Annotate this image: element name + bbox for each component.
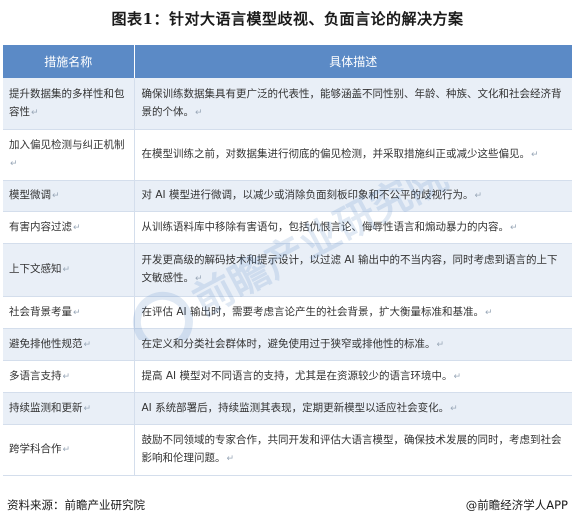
table-header-row: 措施名称 具体描述 [3, 45, 572, 78]
measure-name: 社会背景考量 [9, 305, 72, 318]
table-row: 持续监测和更新↵ AI 系统部署后，持续监测其表现，定期更新模型以适应社会变化。… [3, 392, 572, 425]
measure-name: 提升数据集的多样性和包容性 [9, 87, 125, 118]
paragraph-mark-icon: ↵ [62, 265, 71, 275]
paragraph-mark-icon: ↵ [195, 107, 203, 118]
paragraph-mark-icon: ↵ [453, 371, 462, 382]
paragraph-mark-icon: ↵ [226, 454, 235, 464]
measure-description: 鼓励不同领域的专家合作，共同开发和评估大语言模型，确保技术发展的同时，考虑到社会… [141, 434, 562, 464]
measure-name-cell: 社会背景考量↵ [3, 296, 135, 329]
paragraph-mark-icon: ↵ [31, 107, 39, 118]
measure-description-cell: 从训练语料库中移除有害语句，包括仇恨言论、侮辱性语言和煽动暴力的内容。↵ [134, 211, 572, 244]
paragraph-mark-icon: ↵ [83, 403, 92, 414]
measure-name-cell: 避免排他性规范↵ [3, 328, 135, 361]
measure-description-cell: 在评估 AI 输出时，需要考虑言论产生的社会背景，扩大衡量标准和基准。↵ [134, 296, 572, 329]
table-row: 有害内容过滤↵ 从训练语料库中移除有害语句，包括仇恨言论、侮辱性语言和煽动暴力的… [3, 211, 572, 244]
measure-description-cell: 在定义和分类社会群体时，避免使用过于狭窄或排他性的标准。↵ [134, 328, 572, 361]
paragraph-mark-icon: ↵ [62, 445, 71, 455]
measure-name-cell: 多语言支持↵ [3, 360, 135, 393]
paragraph-mark-icon: ↵ [484, 307, 493, 318]
measure-description: 对 AI 模型进行微调，以减少或消除负面刻板印象和不公平的歧视行为。 [141, 189, 474, 201]
paragraph-mark-icon: ↵ [450, 403, 458, 414]
measure-name-cell: 有害内容过滤↵ [3, 211, 135, 244]
table-row: 多语言支持↵ 提高 AI 模型对不同语言的支持，尤其是在资源较少的语言环境中。↵ [3, 360, 572, 393]
measure-description-cell: 在模型训练之前，对数据集进行彻底的偏见检测，并采取措施纠正或减少这些偏见。↵ [134, 129, 572, 181]
measure-description-cell: 开发更高级的解码技术和提示设计，以过滤 AI 输出中的不当内容，同时考虑到语言的… [134, 243, 572, 297]
measure-description-cell: 对 AI 模型进行微调，以减少或消除负面刻板印象和不公平的歧视行为。↵ [134, 180, 572, 212]
measure-name-cell: 提升数据集的多样性和包容性↵ [3, 78, 135, 130]
measure-description: 从训练语料库中移除有害语句，包括仇恨言论、侮辱性语言和煽动暴力的内容。 [141, 220, 510, 233]
measure-name-cell: 上下文感知↵ [3, 243, 135, 297]
measure-name: 跨学科合作 [9, 443, 62, 455]
paragraph-mark-icon: ↵ [436, 339, 445, 350]
measure-name: 持续监测和更新 [9, 401, 83, 414]
figure-title: 图表1：针对大语言模型歧视、负面言论的解决方案 [111, 10, 464, 28]
source-note: 资料来源：前瞻产业研究院 [7, 498, 145, 512]
paragraph-mark-icon: ↵ [474, 191, 483, 201]
paragraph-mark-icon: ↵ [52, 191, 60, 201]
measure-name: 模型微调 [9, 189, 51, 201]
measure-description: 在定义和分类社会群体时，避免使用过于狭窄或排他性的标准。 [141, 337, 436, 350]
measure-description: 提高 AI 模型对不同语言的支持，尤其是在资源较少的语言环境中。 [141, 369, 453, 382]
measure-description-cell: 确保训练数据集具有更广泛的代表性，能够涵盖不同性别、年龄、种族、文化和社会经济背… [134, 78, 572, 130]
measure-name-cell: 持续监测和更新↵ [3, 392, 135, 425]
measure-name-cell: 加入偏见检测与纠正机制 ↵ [3, 129, 135, 181]
measure-description: 在模型训练之前，对数据集进行彻底的偏见检测，并采取措施纠正或减少这些偏见。 [141, 148, 531, 160]
measure-name: 加入偏见检测与纠正机制 [9, 139, 125, 151]
table-row: 上下文感知↵ 开发更高级的解码技术和提示设计，以过滤 AI 输出中的不当内容，同… [3, 243, 572, 297]
measure-name-cell: 跨学科合作↵ [3, 424, 135, 476]
paragraph-mark-icon: ↵ [195, 274, 203, 284]
table-row: 提升数据集的多样性和包容性↵ 确保训练数据集具有更广泛的代表性，能够涵盖不同性别… [3, 78, 572, 130]
measure-name-cell: 模型微调↵ [3, 180, 135, 212]
table-row: 社会背景考量↵ 在评估 AI 输出时，需要考虑言论产生的社会背景，扩大衡量标准和… [3, 296, 572, 329]
measure-description-cell: AI 系统部署后，持续监测其表现，定期更新模型以适应社会变化。↵ [134, 392, 572, 425]
measure-description: 开发更高级的解码技术和提示设计，以过滤 AI 输出中的不当内容，同时考虑到语言的… [141, 254, 558, 284]
measure-name: 有害内容过滤 [9, 220, 72, 233]
paragraph-mark-icon: ↵ [83, 339, 92, 350]
paragraph-mark-icon: ↵ [62, 371, 71, 382]
measure-description-cell: 鼓励不同领域的专家合作，共同开发和评估大语言模型，确保技术发展的同时，考虑到社会… [134, 424, 572, 476]
paragraph-mark-icon: ↵ [73, 307, 81, 318]
column-header-description: 具体描述 [134, 45, 572, 78]
table-row: 避免排他性规范↵ 在定义和分类社会群体时，避免使用过于狭窄或排他性的标准。↵ [3, 328, 572, 361]
paragraph-mark-icon: ↵ [510, 222, 518, 233]
paragraph-mark-icon: ↵ [73, 222, 81, 233]
measure-name: 多语言支持 [9, 369, 62, 382]
table-row: 模型微调↵ 对 AI 模型进行微调，以减少或消除负面刻板印象和不公平的歧视行为。… [3, 180, 572, 212]
measure-name: 避免排他性规范 [9, 337, 83, 350]
measure-description-cell: 提高 AI 模型对不同语言的支持，尤其是在资源较少的语言环境中。↵ [134, 360, 572, 393]
solutions-table: 措施名称 具体描述 提升数据集的多样性和包容性↵ 确保训练数据集具有更广泛的代表… [3, 45, 572, 476]
table-row: 加入偏见检测与纠正机制 ↵ 在模型训练之前，对数据集进行彻底的偏见检测，并采取措施… [3, 129, 572, 181]
brand-credit: @前瞻经济学人APP [465, 498, 568, 512]
measure-description: AI 系统部署后，持续监测其表现，定期更新模型以适应社会变化。 [141, 401, 450, 414]
column-header-measure: 措施名称 [3, 45, 135, 78]
table-row: 跨学科合作↵ 鼓励不同领域的专家合作，共同开发和评估大语言模型，确保技术发展的同… [3, 424, 572, 476]
paragraph-mark-icon: ↵ [10, 159, 18, 169]
measure-description: 在评估 AI 输出时，需要考虑言论产生的社会背景，扩大衡量标准和基准。 [141, 305, 484, 318]
paragraph-mark-icon: ↵ [531, 150, 539, 160]
measure-name: 上下文感知 [9, 263, 62, 275]
measure-description: 确保训练数据集具有更广泛的代表性，能够涵盖不同性别、年龄、种族、文化和社会经济背… [141, 87, 562, 118]
